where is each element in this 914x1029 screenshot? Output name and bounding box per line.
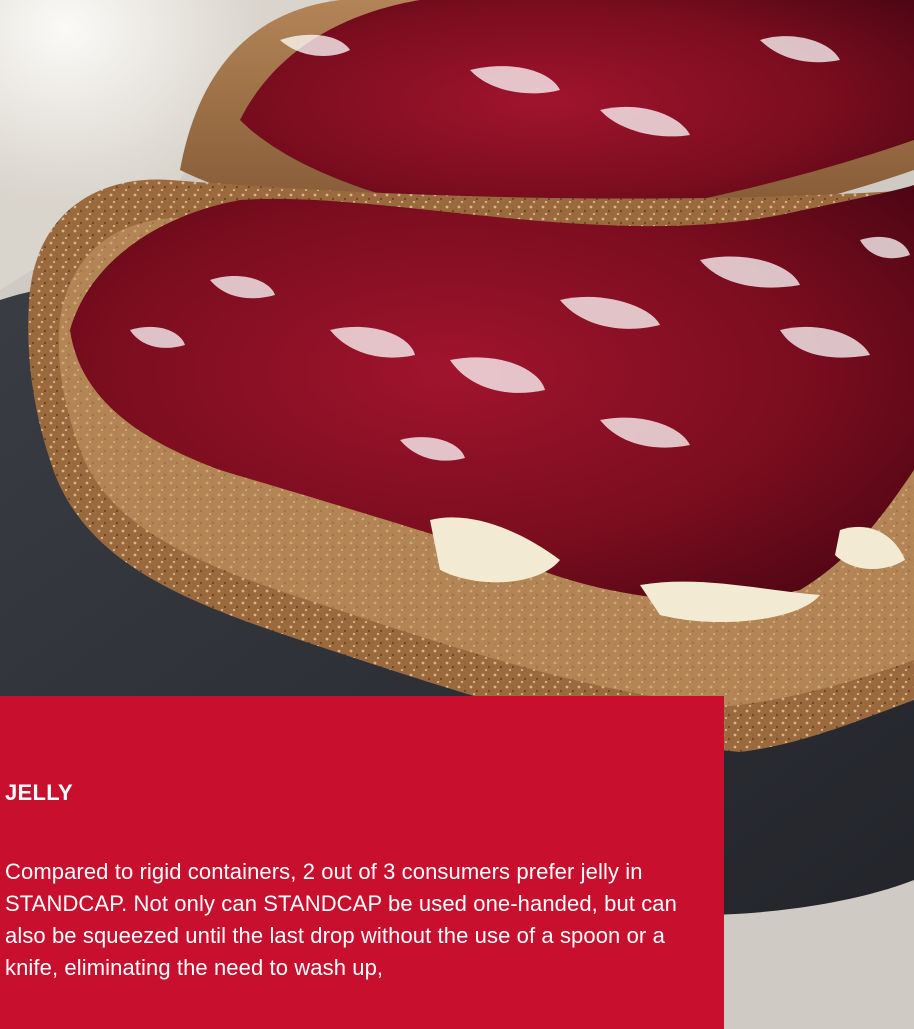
page: JELLY Compared to rigid containers, 2 ou… [0, 0, 914, 1029]
panel-heading: JELLY [5, 780, 73, 805]
panel-body-text: Compared to rigid containers, 2 out of 3… [5, 859, 677, 980]
text-panel: JELLY Compared to rigid containers, 2 ou… [0, 696, 724, 1029]
